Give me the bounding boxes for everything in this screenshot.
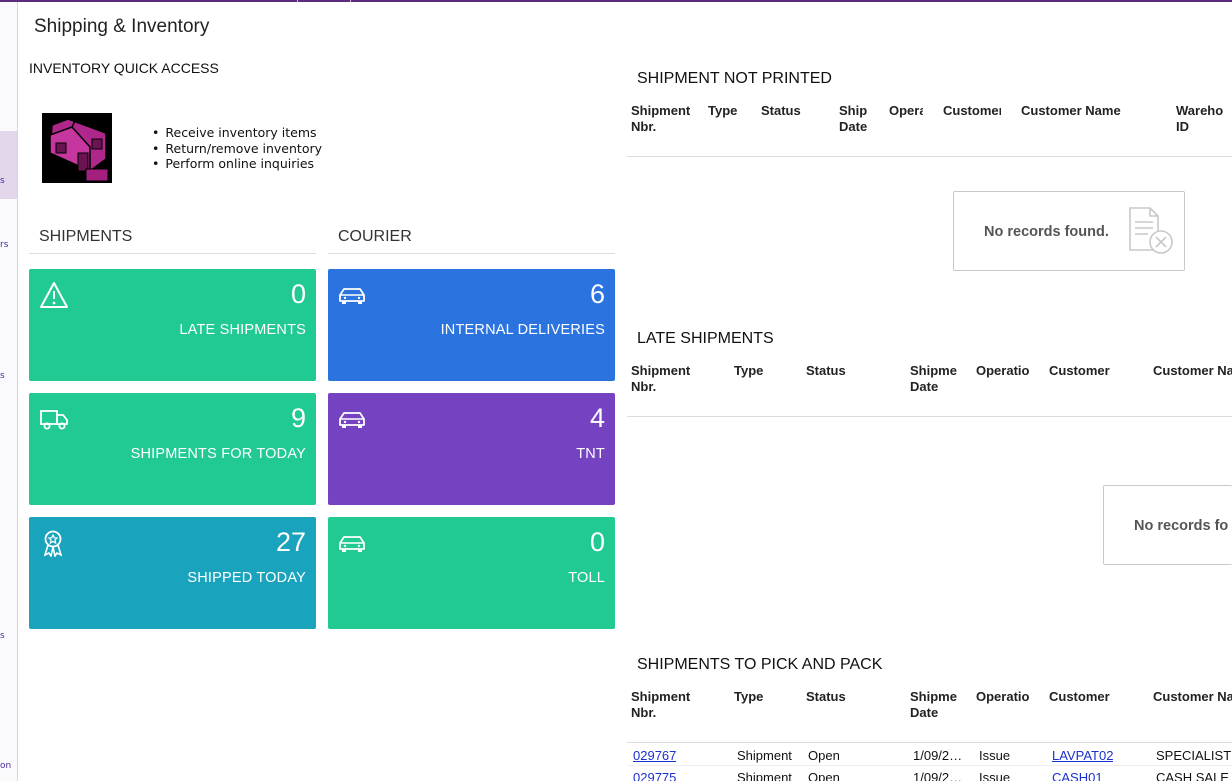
left-nav: s rs s s on bbox=[0, 2, 18, 781]
pick-and-pack-title: SHIPMENTS TO PICK AND PACK bbox=[637, 656, 883, 673]
inventory-quick-access-title: INVENTORY QUICK ACCESS bbox=[29, 60, 219, 76]
column-header[interactable]: Type bbox=[708, 103, 748, 119]
shipment-nbr-link[interactable]: 029775 bbox=[633, 770, 676, 781]
column-header[interactable]: Shipme Date bbox=[910, 363, 958, 395]
column-header[interactable]: Status bbox=[806, 363, 856, 379]
no-records-message: No records found. bbox=[953, 191, 1185, 271]
column-header[interactable]: Opera bbox=[889, 103, 923, 119]
column-header[interactable]: Shipment Nbr. bbox=[631, 363, 701, 395]
tile-label: INTERNAL DELIVERIES bbox=[440, 322, 605, 338]
courier-section-title: COURIER bbox=[328, 228, 615, 254]
tile-label: SHIPPED TODAY bbox=[187, 570, 306, 586]
left-nav-fragment[interactable]: rs bbox=[0, 240, 8, 250]
inventory-quick-access-item: Receive inventory items bbox=[152, 125, 322, 141]
late-shipments-tile[interactable]: 0 LATE SHIPMENTS bbox=[29, 269, 316, 381]
column-header[interactable]: Customer bbox=[1049, 689, 1129, 705]
tile-label: LATE SHIPMENTS bbox=[179, 322, 306, 338]
column-header[interactable]: Operatio bbox=[976, 689, 1030, 705]
inventory-warehouse-image[interactable] bbox=[42, 113, 112, 183]
column-header[interactable]: Shipment Nbr. bbox=[631, 689, 701, 721]
tile-label: TNT bbox=[576, 446, 605, 462]
cell-type: Shipment bbox=[737, 748, 792, 763]
column-header[interactable]: Customer Na bbox=[1153, 363, 1232, 379]
column-header[interactable]: Ship Date bbox=[839, 103, 869, 135]
tile-count: 4 bbox=[589, 403, 605, 433]
tnt-tile[interactable]: 4 TNT bbox=[328, 393, 615, 505]
inventory-quick-access-item: Perform online inquiries bbox=[152, 156, 322, 172]
column-header[interactable]: Wareho ID bbox=[1176, 103, 1232, 135]
shipment-nbr-link[interactable]: 029767 bbox=[633, 748, 676, 763]
tile-count: 0 bbox=[290, 279, 306, 309]
no-records-message: No records fo bbox=[1103, 485, 1232, 565]
cell-date: 1/09/2… bbox=[913, 748, 963, 763]
table-row[interactable]: 029767 Shipment Open 1/09/2… Issue LAVPA… bbox=[627, 744, 1232, 766]
no-records-icon bbox=[1126, 206, 1178, 263]
shipment-not-printed-header: Shipment Nbr. Type Status Ship Date Oper… bbox=[627, 103, 1232, 157]
cell-customer-name: SPECIALIST bbox=[1156, 748, 1232, 763]
car-icon bbox=[338, 281, 368, 309]
shipped-today-tile[interactable]: 27 SHIPPED TODAY bbox=[29, 517, 316, 629]
column-header[interactable]: Type bbox=[734, 689, 774, 705]
column-header[interactable]: Customer Name bbox=[1021, 103, 1151, 119]
column-header[interactable]: Operatio bbox=[976, 363, 1030, 379]
left-nav-fragment[interactable]: s bbox=[0, 176, 5, 186]
customer-link[interactable]: LAVPAT02 bbox=[1052, 748, 1113, 763]
pick-and-pack-header: Shipment Nbr. Type Status Shipme Date Op… bbox=[627, 689, 1232, 743]
left-nav-fragment[interactable]: on bbox=[0, 761, 11, 771]
toll-tile[interactable]: 0 TOLL bbox=[328, 517, 615, 629]
column-header[interactable]: Shipme Date bbox=[910, 689, 958, 721]
cell-date: 1/09/2… bbox=[913, 770, 963, 781]
no-records-text: No records found. bbox=[984, 224, 1109, 240]
tile-count: 9 bbox=[290, 403, 306, 433]
tile-label: SHIPMENTS FOR TODAY bbox=[130, 446, 306, 462]
no-records-text: No records fo bbox=[1134, 518, 1229, 534]
column-header[interactable]: Customer bbox=[1049, 363, 1129, 379]
award-icon bbox=[39, 529, 69, 559]
tile-count: 0 bbox=[589, 527, 605, 557]
late-shipments-header: Shipment Nbr. Type Status Shipme Date Op… bbox=[627, 363, 1232, 417]
table-row[interactable]: 029775 Shipment Open 1/09/2… Issue CASH0… bbox=[627, 766, 1232, 781]
warning-icon bbox=[39, 281, 69, 309]
shipments-section-title: SHIPMENTS bbox=[29, 228, 316, 254]
cell-operation: Issue bbox=[979, 770, 1011, 781]
tile-count: 6 bbox=[589, 279, 605, 309]
cell-status: Open bbox=[808, 770, 840, 781]
column-header[interactable]: Status bbox=[806, 689, 856, 705]
inventory-quick-access-list: Receive inventory items Return/remove in… bbox=[152, 125, 322, 172]
tile-label: TOLL bbox=[568, 570, 605, 586]
cell-type: Shipment bbox=[737, 770, 792, 781]
column-header[interactable]: Customer Na bbox=[1153, 689, 1232, 705]
shipment-not-printed-title: SHIPMENT NOT PRINTED bbox=[637, 70, 832, 87]
late-shipments-title: LATE SHIPMENTS bbox=[637, 330, 774, 347]
tile-count: 27 bbox=[275, 527, 306, 557]
car-icon bbox=[338, 405, 368, 433]
car-icon bbox=[338, 529, 368, 557]
page-title: Shipping & Inventory bbox=[34, 16, 210, 37]
column-header[interactable]: Shipment Nbr. bbox=[631, 103, 691, 135]
cell-status: Open bbox=[808, 748, 840, 763]
customer-link[interactable]: CASH01 bbox=[1052, 770, 1103, 781]
left-nav-fragment[interactable]: s bbox=[0, 371, 5, 381]
cell-operation: Issue bbox=[979, 748, 1011, 763]
internal-deliveries-tile[interactable]: 6 INTERNAL DELIVERIES bbox=[328, 269, 615, 381]
cell-customer-name: CASH SALE bbox=[1156, 770, 1229, 781]
top-bar bbox=[0, 0, 1232, 2]
shipments-for-today-tile[interactable]: 9 SHIPMENTS FOR TODAY bbox=[29, 393, 316, 505]
column-header[interactable]: Type bbox=[734, 363, 774, 379]
truck-icon bbox=[39, 405, 69, 433]
column-header[interactable]: Customer bbox=[943, 103, 1001, 119]
left-nav-fragment[interactable]: s bbox=[0, 631, 5, 641]
left-nav-selected-item[interactable] bbox=[0, 131, 17, 199]
column-header[interactable]: Status bbox=[761, 103, 811, 119]
inventory-quick-access-item: Return/remove inventory bbox=[152, 141, 322, 157]
pick-and-pack-rows: 029767 Shipment Open 1/09/2… Issue LAVPA… bbox=[627, 744, 1232, 781]
